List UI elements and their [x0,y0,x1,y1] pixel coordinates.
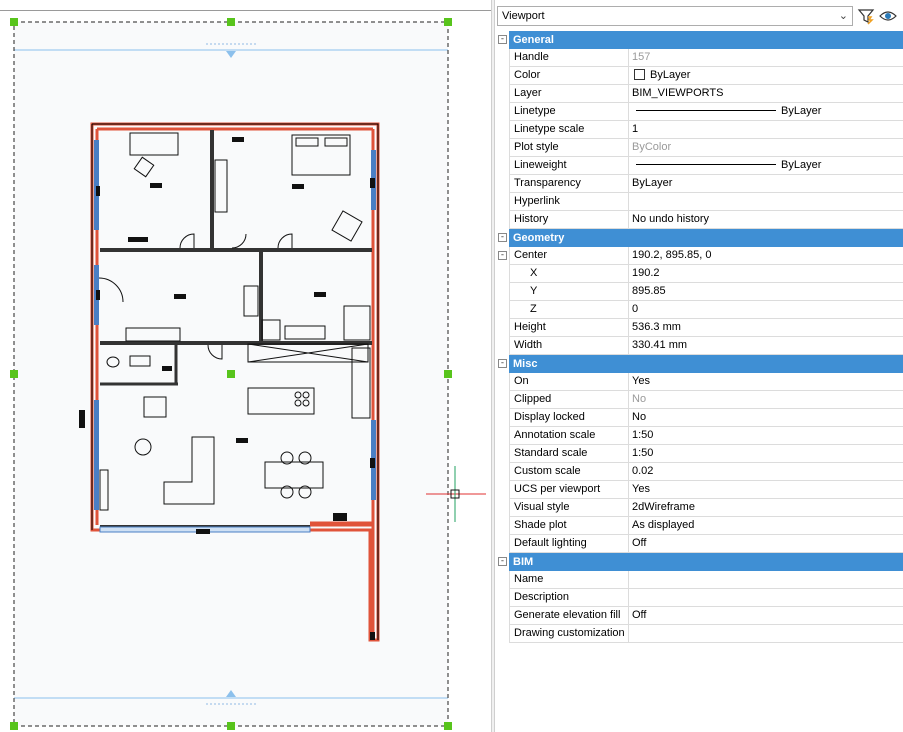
prop-width[interactable]: Width 330.41 mm [495,337,903,355]
property-grid: - General Handle 157 Color ByLayer Layer BI… [495,31,903,643]
prop-lineweight[interactable]: Lineweight ByLayer [495,157,903,175]
quick-select-filter-icon[interactable] [857,7,875,25]
category-misc[interactable]: - Misc [495,355,903,373]
prop-color[interactable]: Color ByLayer [495,67,903,85]
category-geometry[interactable]: - Geometry [495,229,903,247]
prop-center-y[interactable]: Y 895.85 [495,283,903,301]
prop-display-locked[interactable]: Display locked No [495,409,903,427]
chevron-down-icon: ⌄ [838,10,848,22]
prop-generate-elevation-fill[interactable]: Generate elevation fill Off [495,607,903,625]
prop-default-lighting[interactable]: Default lighting Off [495,535,903,553]
properties-panel: Viewport ⌄ - General Handle 157 Color ByLa… [495,0,903,732]
category-bim[interactable]: - BIM [495,553,903,571]
prop-standard-scale[interactable]: Standard scale 1:50 [495,445,903,463]
prop-shade-plot[interactable]: Shade plot As displayed [495,517,903,535]
category-general[interactable]: - General [495,31,903,49]
entity-type-dropdown[interactable]: Viewport ⌄ [497,6,853,26]
prop-bim-name[interactable]: Name [495,571,903,589]
collapse-toggle-icon[interactable]: - [498,233,507,242]
prop-history[interactable]: History No undo history [495,211,903,229]
properties-toolbar: Viewport ⌄ [495,4,903,28]
prop-center-z[interactable]: Z0 [495,301,903,319]
linetype-preview [636,110,776,111]
floor-plan-drawing[interactable] [0,0,491,732]
entity-type-value: Viewport [502,10,545,22]
lineweight-preview [636,164,776,165]
category-label: General [509,31,903,49]
collapse-toggle-icon[interactable]: - [498,557,507,566]
prop-linetype-scale[interactable]: Linetype scale 1 [495,121,903,139]
category-label: BIM [509,553,903,571]
prop-clipped[interactable]: Clipped No [495,391,903,409]
eye-icon[interactable] [879,7,897,25]
prop-drawing-customization[interactable]: Drawing customization [495,625,903,643]
prop-ucs-per-viewport[interactable]: UCS per viewport Yes [495,481,903,499]
prop-center[interactable]: - Center 190.2, 895.85, 0 [495,247,903,265]
prop-plot-style[interactable]: Plot style ByColor [495,139,903,157]
prop-annotation-scale[interactable]: Annotation scale 1:50 [495,427,903,445]
collapse-toggle-icon[interactable]: - [498,359,507,368]
category-label: Misc [509,355,903,373]
prop-on[interactable]: On Yes [495,373,903,391]
prop-visual-style[interactable]: Visual style 2dWireframe [495,499,903,517]
prop-handle[interactable]: Handle 157 [495,49,903,67]
prop-layer[interactable]: Layer BIM_VIEWPORTS [495,85,903,103]
collapse-toggle-icon[interactable]: - [498,251,507,260]
drawing-canvas[interactable] [0,0,491,732]
prop-bim-description[interactable]: Description [495,589,903,607]
color-swatch-icon [634,69,645,80]
prop-custom-scale[interactable]: Custom scale 0.02 [495,463,903,481]
prop-center-x[interactable]: X 190.2 [495,265,903,283]
prop-hyperlink[interactable]: Hyperlink [495,193,903,211]
prop-transparency[interactable]: Transparency ByLayer [495,175,903,193]
prop-height[interactable]: Height 536.3 mm [495,319,903,337]
category-label: Geometry [509,229,903,247]
prop-linetype[interactable]: Linetype ByLayer [495,103,903,121]
collapse-toggle-icon[interactable]: - [498,35,507,44]
